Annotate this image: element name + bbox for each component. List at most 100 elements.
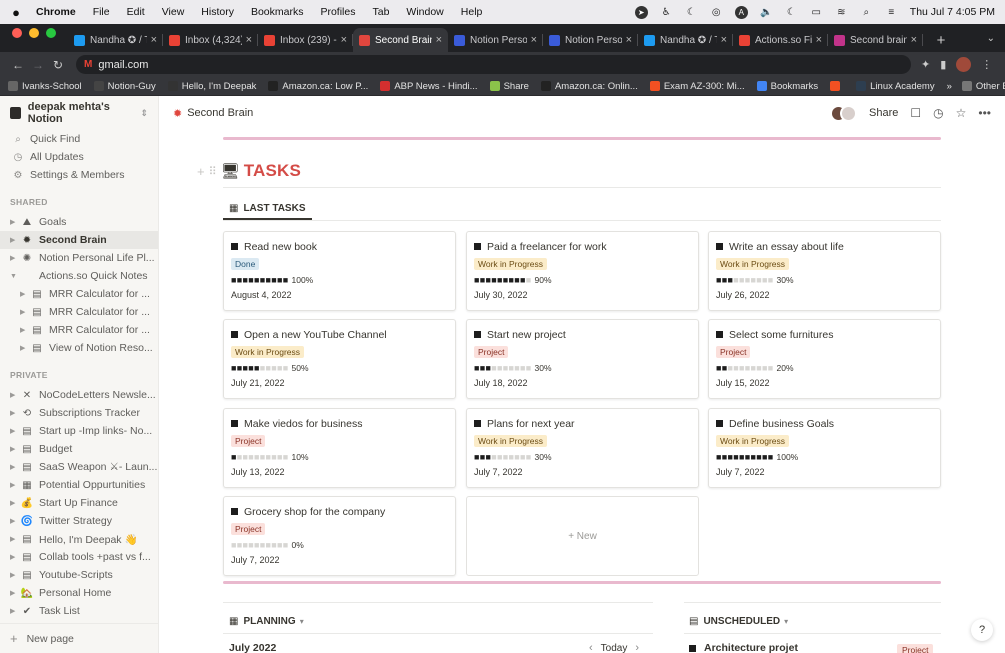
triangle-right-icon[interactable]: ▶ xyxy=(10,499,20,507)
favorite-star-icon[interactable]: ☆ xyxy=(956,106,967,120)
bookmarks-overflow[interactable]: » xyxy=(947,81,952,92)
triangle-right-icon[interactable]: ▶ xyxy=(10,254,20,262)
prev-month-icon[interactable]: ‹ xyxy=(589,642,593,653)
task-card[interactable]: Start new project Project ■■■■■■■■■■ 30% Jul… xyxy=(466,319,699,399)
workspace-switcher[interactable]: deepak mehta's Notion ⇕ xyxy=(0,96,158,130)
sidebar-page-item[interactable]: ▶ 🌀 Twitter Strategy xyxy=(0,512,158,530)
moon-icon[interactable]: ☾ xyxy=(685,6,698,19)
triangle-right-icon[interactable]: ▶ xyxy=(10,553,20,561)
sidebar-page-item[interactable]: ▶ ⟲ Subscriptions Tracker xyxy=(0,404,158,422)
sidebar-page-item[interactable]: ▶ ▤ MRR Calculator for ... xyxy=(0,321,158,339)
battery-icon[interactable]: ▭ xyxy=(810,6,823,19)
close-tab-icon[interactable]: × xyxy=(721,34,727,46)
close-window-button[interactable] xyxy=(12,28,22,38)
tab-search-icon[interactable]: ⌄ xyxy=(977,33,1005,52)
browser-tab[interactable]: Notion Person × xyxy=(448,28,543,52)
task-card[interactable]: Define business Goals Work in Progress ■■■… xyxy=(708,408,941,488)
menubar-clock[interactable]: Thu Jul 7 4:05 PM xyxy=(910,6,995,18)
updates-clock-icon[interactable]: ◷ xyxy=(933,106,943,120)
task-card[interactable]: Grocery shop for the company Project ■■■■■… xyxy=(223,496,456,576)
view-tab-last-tasks[interactable]: ▦ LAST TASKS xyxy=(223,198,312,220)
bookmark-item[interactable]: Share xyxy=(489,81,529,92)
triangle-right-icon[interactable]: ▶ xyxy=(10,218,20,226)
triangle-right-icon[interactable]: ▶ xyxy=(20,326,30,334)
task-card[interactable]: Read new book Done ■■■■■■■■■■ 100% August 4,… xyxy=(223,231,456,311)
menu-tab[interactable]: Tab xyxy=(372,6,389,18)
extensions-icon[interactable]: ✦ xyxy=(921,58,930,71)
breadcrumb[interactable]: ✹ Second Brain xyxy=(173,107,253,120)
sidebar-nav-quick-find[interactable]: ⌕ Quick Find xyxy=(0,130,158,148)
comments-icon[interactable]: ☐ xyxy=(910,106,921,120)
sidebar-page-item[interactable]: ▶ ✔ Task List xyxy=(0,602,158,620)
triangle-right-icon[interactable]: ▶ xyxy=(10,535,20,543)
sidebar-page-item[interactable]: ▶ ▦ Potential Oppurtunities xyxy=(0,476,158,494)
back-icon[interactable]: ← xyxy=(8,58,28,72)
sidebar-page-item[interactable]: ▶ ▤ View of Notion Reso... xyxy=(0,339,158,357)
triangle-down-icon[interactable]: ▼ xyxy=(10,273,20,280)
reload-icon[interactable]: ↻ xyxy=(48,58,68,72)
bookmark-item[interactable]: Amazon.ca: Low P... xyxy=(268,81,368,92)
sidebar-page-item[interactable]: ▶ ⛰ Goals xyxy=(0,213,158,231)
drag-handle-icon[interactable]: ⠿ xyxy=(209,165,217,178)
sidebar-page-item[interactable]: ▶ ✺ Notion Personal Life Pl... xyxy=(0,249,158,267)
creative-cloud-icon[interactable]: ◎ xyxy=(710,6,723,19)
forward-icon[interactable]: → xyxy=(28,58,48,72)
sidebar-page-item[interactable]: ▶ ▤ SaaS Weapon ⚔- Laun... xyxy=(0,458,158,476)
task-card[interactable]: Plans for next year Work in Progress ■■■■■… xyxy=(466,408,699,488)
close-tab-icon[interactable]: × xyxy=(151,34,157,46)
task-card[interactable]: Select some furnitures Project ■■■■■■■■■■ 2… xyxy=(708,319,941,399)
bookmark-item[interactable]: Linux Academy xyxy=(856,81,935,92)
sidebar-page-item[interactable]: ▶ ▤ MRR Calculator for ... xyxy=(0,285,158,303)
zoom-window-button[interactable] xyxy=(46,28,56,38)
close-tab-icon[interactable]: × xyxy=(911,34,917,46)
close-tab-icon[interactable]: × xyxy=(531,34,537,46)
browser-tab[interactable]: Inbox (239) - × xyxy=(258,28,353,52)
menu-window[interactable]: Window xyxy=(406,6,443,18)
menu-view[interactable]: View xyxy=(162,6,185,18)
menu-bookmarks[interactable]: Bookmarks xyxy=(251,6,304,18)
other-bookmarks[interactable]: Other Bookmarks xyxy=(961,81,1005,92)
add-block-icon[interactable]: + xyxy=(197,164,205,179)
triangle-right-icon[interactable]: ▶ xyxy=(20,308,30,316)
sidebar-page-item[interactable]: ▼ Actions.so Quick Notes xyxy=(0,267,158,285)
accessibility-icon[interactable]: ♿ xyxy=(660,6,673,19)
bookmark-item[interactable]: ABP News - Hindi... xyxy=(380,81,478,92)
planning-view-title[interactable]: ▦ PLANNING ▾ xyxy=(229,616,304,627)
bookmark-item[interactable] xyxy=(830,81,844,91)
close-tab-icon[interactable]: × xyxy=(626,34,632,46)
task-card[interactable]: Paid a freelancer for work Work in Progre… xyxy=(466,231,699,311)
task-card[interactable]: Make viedos for business Project ■■■■■■■■■… xyxy=(223,408,456,488)
browser-tab[interactable]: Second brain × xyxy=(828,28,923,52)
triangle-right-icon[interactable]: ▶ xyxy=(10,481,20,489)
control-center-icon[interactable]: ≡ xyxy=(885,6,898,19)
sidebar-page-item[interactable]: ▶ 💰 Start Up Finance xyxy=(0,494,158,512)
sidebar-nav-all-updates[interactable]: ◷ All Updates xyxy=(0,148,158,166)
triangle-right-icon[interactable]: ▶ xyxy=(10,571,20,579)
bookmark-item[interactable]: Amazon.ca: Onlin... xyxy=(540,81,638,92)
bookmark-item[interactable]: Notion-Guy xyxy=(93,81,156,92)
more-menu-icon[interactable]: ⋮ xyxy=(981,58,992,71)
menu-help[interactable]: Help xyxy=(461,6,483,18)
wifi-icon[interactable]: ≋ xyxy=(835,6,848,19)
minimize-window-button[interactable] xyxy=(29,28,39,38)
browser-tab[interactable]: Actions.so Fil × xyxy=(733,28,828,52)
bookmark-item[interactable]: Exam AZ-300: Mi... xyxy=(649,81,745,92)
triangle-right-icon[interactable]: ▶ xyxy=(20,344,30,352)
triangle-right-icon[interactable]: ▶ xyxy=(10,607,20,615)
triangle-right-icon[interactable]: ▶ xyxy=(10,391,20,399)
sidebar-page-item[interactable]: ▶ ▤ MRR Calculator for ... xyxy=(0,303,158,321)
night-shift-icon[interactable]: ☾ xyxy=(785,6,798,19)
task-card[interactable]: Open a new YouTube Channel Work in Progre… xyxy=(223,319,456,399)
close-tab-icon[interactable]: × xyxy=(246,34,252,46)
today-button[interactable]: Today xyxy=(601,643,628,653)
triangle-right-icon[interactable]: ▶ xyxy=(10,463,20,471)
triangle-right-icon[interactable]: ▶ xyxy=(10,409,20,417)
sidebar-page-item[interactable]: ▶ ▤ Start up -Imp links- No... xyxy=(0,422,158,440)
unscheduled-view-title[interactable]: ▤ UNSCHEDULED ▾ xyxy=(689,616,788,627)
menu-file[interactable]: File xyxy=(93,6,110,18)
sidebar-page-item[interactable]: ▶ ✹ Second Brain xyxy=(0,231,158,249)
collaborator-avatars[interactable] xyxy=(830,104,858,122)
triangle-right-icon[interactable]: ▶ xyxy=(10,236,20,244)
volume-icon[interactable]: 🔈 xyxy=(760,6,773,19)
help-button[interactable]: ? xyxy=(971,619,993,641)
